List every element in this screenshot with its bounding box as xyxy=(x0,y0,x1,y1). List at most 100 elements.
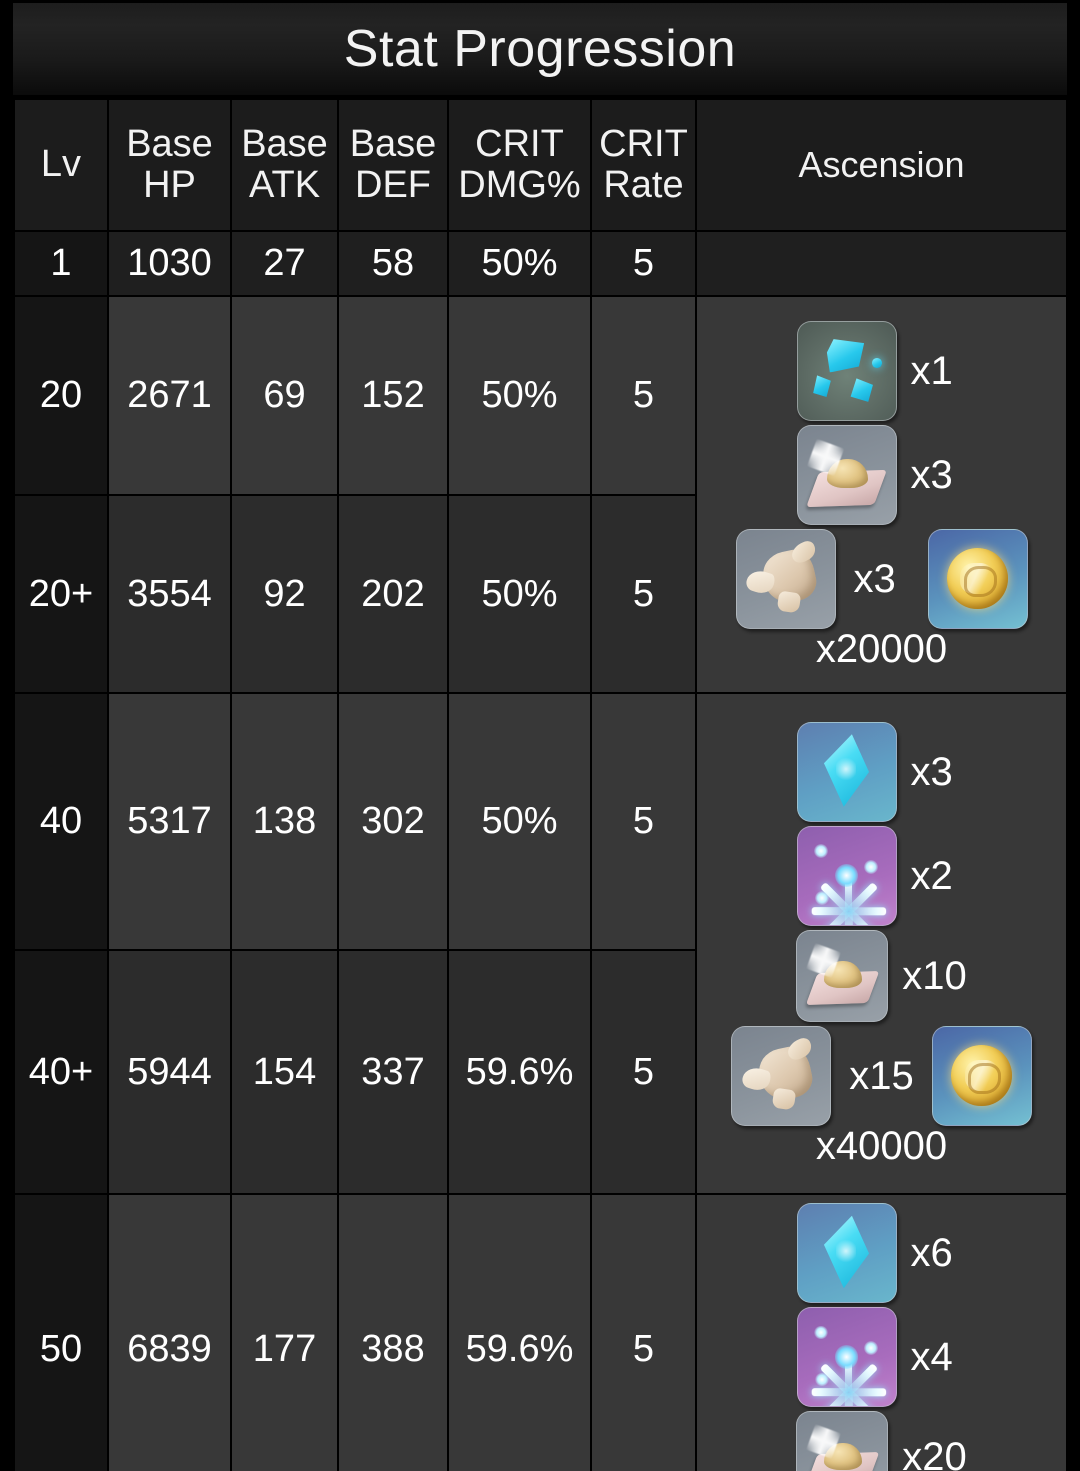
mora-icon[interactable] xyxy=(931,1025,1032,1126)
cell-ascension-lv20plus: x1 x3 x3 x20000 xyxy=(695,295,1068,694)
cell-crit-dmg: 50% xyxy=(447,692,592,951)
material-quantity: x3 xyxy=(853,556,896,601)
table-row: 1 1030 27 58 50% 5 xyxy=(13,230,1068,297)
cell-base-hp: 1030 xyxy=(107,230,232,297)
cell-base-hp: 5944 xyxy=(107,949,232,1195)
cell-base-def: 58 xyxy=(337,230,449,297)
cell-crit-rate: 5 xyxy=(590,295,697,496)
ascension-material-list: x6 x4 x20 xyxy=(697,1195,1066,1471)
mora-icon[interactable] xyxy=(927,528,1028,629)
cell-base-def: 388 xyxy=(337,1193,449,1471)
column-header-ascension-label: Ascension xyxy=(798,143,965,185)
stat-progression-table: Lv Base HP Base ATK Base DEF CRIT DMG% C… xyxy=(13,98,1068,1471)
cell-lv: 40 xyxy=(13,692,109,951)
column-header-base-hp-line2: HP xyxy=(143,164,196,206)
cell-base-atk: 69 xyxy=(230,295,339,496)
material-entry: x10 xyxy=(796,929,967,1022)
cell-crit-dmg: 50% xyxy=(447,230,592,297)
cell-crit-dmg: 50% xyxy=(447,295,592,496)
stat-progression-page: Stat Progression Lv Base HP Base ATK Bas… xyxy=(0,0,1080,1471)
cell-base-hp: 3554 xyxy=(107,494,232,694)
cell-crit-rate: 5 xyxy=(590,1193,697,1471)
material-quantity: x20 xyxy=(902,1435,967,1471)
material-quantity: x15 xyxy=(849,1053,914,1098)
material-entry-pair: x3 xyxy=(735,528,1028,629)
material-quantity: x3 xyxy=(910,452,953,497)
column-header-crit-dmg-line2: DMG% xyxy=(458,164,581,206)
material-entry: x4 xyxy=(796,1307,967,1407)
column-header-base-def-line2: DEF xyxy=(355,164,431,206)
column-header-base-def-line1: Base xyxy=(349,122,437,165)
local-specialty-icon[interactable] xyxy=(796,424,897,525)
ascension-material-list: x1 x3 x3 x20000 xyxy=(697,320,1066,671)
column-header-base-def: Base DEF xyxy=(337,98,449,232)
cell-lv: 40+ xyxy=(13,949,109,1195)
material-quantity: x2 xyxy=(910,853,953,898)
cell-base-atk: 27 xyxy=(230,230,339,297)
column-header-crit-dmg: CRIT DMG% xyxy=(447,98,592,232)
column-header-crit-rate-line2: Rate xyxy=(603,164,684,206)
cryo-fragment-icon[interactable] xyxy=(796,721,897,822)
cell-crit-rate: 5 xyxy=(590,494,697,694)
cell-crit-dmg: 59.6% xyxy=(447,1193,592,1471)
cell-lv: 1 xyxy=(13,230,109,297)
cell-ascension-lv40plus: x3 x2 x10 x15 x40000 xyxy=(695,692,1068,1195)
boss-material-icon[interactable] xyxy=(796,1307,897,1407)
column-header-crit-rate: CRIT Rate xyxy=(590,98,697,232)
cell-base-atk: 154 xyxy=(230,949,339,1195)
cell-lv: 20 xyxy=(13,295,109,496)
page-title-banner: Stat Progression xyxy=(13,3,1067,95)
material-entry: x3 xyxy=(796,721,967,822)
table-header-row: Lv Base HP Base ATK Base DEF CRIT DMG% C… xyxy=(13,98,1068,232)
material-entry-pair: x15 xyxy=(731,1025,1032,1126)
cell-crit-rate: 5 xyxy=(590,692,697,951)
material-entry: x1 xyxy=(796,320,967,421)
material-quantity: x3 xyxy=(910,749,953,794)
table-row: 50 6839 177 388 59.6% 5 x6 x4 x20 xyxy=(13,1193,1068,1471)
cell-ascension-empty xyxy=(695,230,1068,297)
cell-base-atk: 177 xyxy=(230,1193,339,1471)
column-header-lv-line1: Lv xyxy=(40,143,82,186)
table-row: 40 5317 138 302 50% 5 x3 x2 x10 x15 x400… xyxy=(13,692,1068,1195)
column-header-base-atk-line2: ATK xyxy=(248,164,321,206)
page-title: Stat Progression xyxy=(343,20,737,78)
column-header-base-atk-line1: Base xyxy=(241,122,328,165)
cell-crit-rate: 5 xyxy=(590,230,697,297)
cell-base-hp: 6839 xyxy=(107,1193,232,1471)
column-header-crit-dmg-line1: CRIT xyxy=(475,122,564,165)
cell-lv: 20+ xyxy=(13,494,109,694)
material-entry: x20 xyxy=(796,1411,967,1471)
cell-crit-dmg: 50% xyxy=(447,494,592,694)
cell-base-def: 337 xyxy=(337,949,449,1195)
column-header-base-hp-line1: Base xyxy=(126,122,213,165)
column-header-base-hp: Base HP xyxy=(107,98,232,232)
mora-quantity: x20000 xyxy=(815,626,948,671)
mob-drop-icon[interactable] xyxy=(731,1025,832,1126)
material-entry: x2 xyxy=(796,825,967,926)
column-header-lv: Lv xyxy=(13,98,109,232)
cell-ascension-lv50: x6 x4 x20 xyxy=(695,1193,1068,1471)
mora-quantity: x40000 xyxy=(815,1123,948,1168)
cell-base-def: 152 xyxy=(337,295,449,496)
cell-base-def: 202 xyxy=(337,494,449,694)
material-entry: x6 xyxy=(796,1203,967,1303)
local-specialty-icon[interactable] xyxy=(796,1411,889,1471)
local-specialty-icon[interactable] xyxy=(796,929,889,1022)
material-entry: x3 xyxy=(796,424,967,525)
ascension-material-list: x3 x2 x10 x15 x40000 xyxy=(697,721,1066,1168)
material-quantity: x10 xyxy=(902,953,967,998)
material-quantity: x1 xyxy=(910,348,953,393)
cell-base-def: 302 xyxy=(337,692,449,951)
material-quantity: x4 xyxy=(910,1335,953,1379)
column-header-crit-rate-line1: CRIT xyxy=(599,122,688,165)
cell-lv: 50 xyxy=(13,1193,109,1471)
cell-base-atk: 138 xyxy=(230,692,339,951)
mob-drop-icon[interactable] xyxy=(735,528,836,629)
boss-material-icon[interactable] xyxy=(796,825,897,926)
column-header-ascension: Ascension xyxy=(695,98,1068,232)
column-header-base-atk: Base ATK xyxy=(230,98,339,232)
cell-base-hp: 5317 xyxy=(107,692,232,951)
cryo-fragment-icon[interactable] xyxy=(796,1203,897,1303)
material-quantity: x6 xyxy=(910,1231,953,1275)
cryo-sliver-icon[interactable] xyxy=(796,320,897,421)
